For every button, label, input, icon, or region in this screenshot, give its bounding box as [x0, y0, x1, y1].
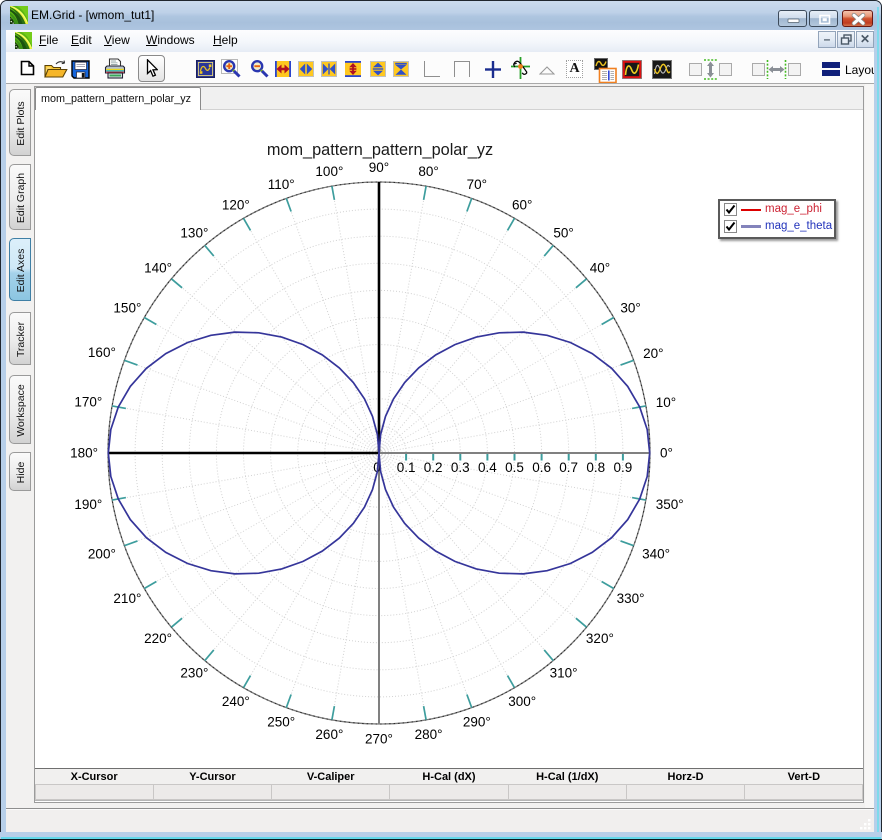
svg-text:130°: 130° [180, 226, 208, 241]
svg-text:10°: 10° [656, 395, 676, 410]
svg-text:60°: 60° [512, 198, 532, 213]
svg-text:90°: 90° [369, 160, 389, 175]
svg-text:0.1: 0.1 [397, 460, 416, 475]
svg-text:240°: 240° [222, 694, 250, 709]
svg-text:70°: 70° [467, 177, 487, 192]
svg-text:190°: 190° [74, 497, 102, 512]
svg-text:160°: 160° [88, 345, 116, 360]
svg-text:0.7: 0.7 [559, 460, 578, 475]
svg-text:80°: 80° [418, 164, 438, 179]
svg-text:330°: 330° [617, 591, 645, 606]
svg-text:20°: 20° [643, 346, 663, 361]
svg-text:220°: 220° [144, 631, 172, 646]
svg-text:180°: 180° [70, 446, 98, 461]
svg-text:340°: 340° [642, 547, 670, 562]
svg-text:0.9: 0.9 [614, 460, 633, 475]
svg-text:0.2: 0.2 [424, 460, 443, 475]
svg-text:140°: 140° [144, 260, 172, 275]
svg-text:0.5: 0.5 [505, 460, 524, 475]
svg-text:250°: 250° [267, 715, 295, 730]
svg-text:260°: 260° [315, 727, 343, 742]
svg-text:40°: 40° [590, 260, 610, 275]
svg-text:310°: 310° [550, 666, 578, 681]
svg-text:280°: 280° [415, 727, 443, 742]
svg-text:290°: 290° [463, 715, 491, 730]
svg-text:0.3: 0.3 [451, 460, 470, 475]
svg-text:0.4: 0.4 [478, 460, 497, 475]
svg-text:150°: 150° [113, 301, 141, 316]
svg-text:30°: 30° [620, 301, 640, 316]
svg-text:0.6: 0.6 [532, 460, 551, 475]
svg-text:200°: 200° [88, 547, 116, 562]
svg-text:300°: 300° [508, 694, 536, 709]
svg-text:120°: 120° [222, 198, 250, 213]
svg-text:100°: 100° [315, 164, 343, 179]
svg-text:0.8: 0.8 [586, 460, 605, 475]
svg-text:230°: 230° [180, 666, 208, 681]
svg-text:50°: 50° [553, 226, 573, 241]
svg-text:110°: 110° [268, 177, 295, 192]
svg-text:210°: 210° [113, 591, 141, 606]
svg-text:mom_pattern_pattern_polar_yz: mom_pattern_pattern_polar_yz [267, 141, 493, 159]
svg-text:320°: 320° [586, 631, 614, 646]
svg-text:270°: 270° [365, 732, 393, 747]
svg-text:0°: 0° [660, 446, 673, 461]
svg-text:170°: 170° [74, 394, 102, 409]
svg-text:350°: 350° [656, 497, 684, 512]
